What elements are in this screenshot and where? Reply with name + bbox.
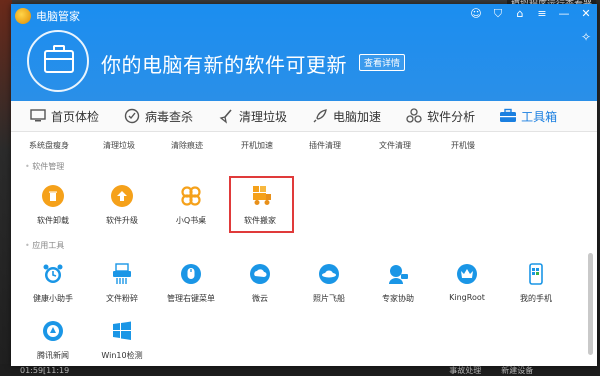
tool-label: 健康小助手 (33, 294, 73, 303)
upload-icon (111, 185, 133, 207)
tool-uninstall[interactable]: 软件卸载 (23, 183, 83, 226)
header-banner: 电脑管家 ☺ ⛉ ⌂ ≡ — ✕ ✧ 你的电脑有新的软件可更新 查看详情 (11, 4, 597, 101)
tool-label: 软件升级 (106, 216, 138, 225)
tool-label: 小Q书桌 (175, 216, 207, 225)
tool-label: Win10检测 (101, 351, 143, 360)
tool-label: 管理右键菜单 (167, 294, 215, 303)
tool-label[interactable]: 系统盘瘦身 (29, 140, 69, 151)
tool-upgrade[interactable]: 软件升级 (92, 183, 152, 226)
section-apps-tools: 应用工具 (25, 240, 64, 251)
mouse-icon (178, 261, 204, 287)
tab-toolbox[interactable]: 工具箱 (499, 101, 557, 131)
tool-label: KingRoot (449, 293, 485, 302)
taskbar-item[interactable]: 事故处理 (449, 365, 481, 376)
app-title: 电脑管家 (36, 10, 80, 23)
view-details-button[interactable]: 查看详情 (359, 54, 406, 71)
menu-icon[interactable]: ≡ (535, 7, 549, 21)
tool-label: 微云 (252, 294, 268, 303)
pc-manager-window: 电脑管家 ☺ ⛉ ⌂ ≡ — ✕ ✧ 你的电脑有新的软件可更新 查看详情 首页体… (11, 4, 597, 366)
tool-label: 文件粉碎 (106, 294, 138, 303)
selection-highlight (229, 176, 294, 233)
skin-icon[interactable]: ☺ (469, 7, 483, 21)
windows-icon (109, 318, 135, 344)
tab-home-checkup[interactable]: 首页体检 (29, 101, 99, 131)
shredder-icon (109, 261, 135, 287)
tab-label: 首页体检 (51, 109, 100, 124)
tool-context-menu[interactable]: 管理右键菜单 (161, 261, 221, 304)
window-controls: ☺ ⛉ ⌂ ≡ — ✕ (469, 7, 593, 21)
toolbox-icon (499, 107, 517, 125)
rocket-icon (311, 107, 329, 125)
alarm-icon (40, 261, 66, 287)
tool-label[interactable]: 清理垃圾 (103, 140, 135, 151)
section-software-management: 软件管理 (25, 161, 64, 172)
tab-label: 工具箱 (521, 109, 558, 124)
cloud-icon (247, 261, 273, 287)
tool-q-desk[interactable]: 小Q书桌 (161, 183, 221, 226)
cluster-icon (405, 107, 423, 125)
trash-icon (42, 185, 64, 207)
tab-software-analysis[interactable]: 软件分析 (405, 101, 475, 131)
tool-tencent-news[interactable]: 腾讯新闻 (23, 318, 83, 361)
tool-photo-ship[interactable]: 照片飞船 (299, 261, 359, 304)
taskbar-item[interactable]: 新建设备 (501, 365, 533, 376)
tool-label[interactable]: 开机加速 (241, 140, 273, 151)
tool-label[interactable]: 插件清理 (309, 140, 341, 151)
minimize-button[interactable]: — (557, 7, 571, 21)
tool-health-assistant[interactable]: 健康小助手 (23, 261, 83, 304)
expert-icon (385, 261, 411, 287)
tool-weiyun[interactable]: 微云 (230, 261, 290, 304)
broom-icon (217, 107, 235, 125)
phone-icon (523, 261, 549, 287)
briefcase-icon (27, 30, 89, 92)
tool-label: 专家协助 (382, 294, 414, 303)
tab-label: 电脑加速 (333, 109, 382, 124)
close-button[interactable]: ✕ (579, 7, 593, 21)
app-logo-icon (15, 8, 31, 24)
taskbar-time: 01:59[11:19 (20, 365, 70, 375)
tool-label: 照片飞船 (313, 294, 345, 303)
scrollbar-thumb[interactable] (588, 253, 593, 355)
shield-icon (123, 107, 141, 125)
monitor-icon (29, 107, 47, 125)
clover-icon (178, 183, 204, 209)
tab-pc-speedup[interactable]: 电脑加速 (311, 101, 381, 131)
news-icon (40, 318, 66, 344)
crown-icon (454, 261, 480, 287)
tool-kingroot[interactable]: KingRoot (437, 261, 497, 302)
tab-label: 软件分析 (427, 109, 476, 124)
tool-label: 腾讯新闻 (37, 351, 69, 360)
tool-label[interactable]: 清除痕迹 (171, 140, 203, 151)
tool-win10-check[interactable]: Win10检测 (92, 318, 152, 361)
update-headline: 你的电脑有新的软件可更新 (101, 53, 347, 77)
tab-label: 病毒查杀 (145, 109, 194, 124)
tool-label[interactable]: 开机慢 (451, 140, 475, 151)
tool-my-phone[interactable]: 我的手机 (506, 261, 566, 304)
tab-clean-junk[interactable]: 清理垃圾 (217, 101, 287, 131)
toolbox-content: 系统盘瘦身 清理垃圾 清除痕迹 开机加速 插件清理 文件清理 开机慢 软件管理 … (11, 131, 597, 366)
tab-label: 清理垃圾 (239, 109, 288, 124)
tool-label: 软件卸载 (37, 216, 69, 225)
sparkle-icon[interactable]: ✧ (581, 30, 591, 44)
tool-label: 我的手机 (520, 294, 552, 303)
tool-file-shredder[interactable]: 文件粉碎 (92, 261, 152, 304)
ufo-icon (316, 261, 342, 287)
shield-small-icon[interactable]: ⛉ (491, 7, 505, 21)
tool-label[interactable]: 文件清理 (379, 140, 411, 151)
tab-virus-scan[interactable]: 病毒查杀 (123, 101, 193, 131)
shirt-icon[interactable]: ⌂ (513, 7, 527, 21)
tool-expert-help[interactable]: 专家协助 (368, 261, 428, 304)
main-tabs: 首页体检 病毒查杀 清理垃圾 电脑加速 软件分析 工具箱 (11, 101, 597, 132)
